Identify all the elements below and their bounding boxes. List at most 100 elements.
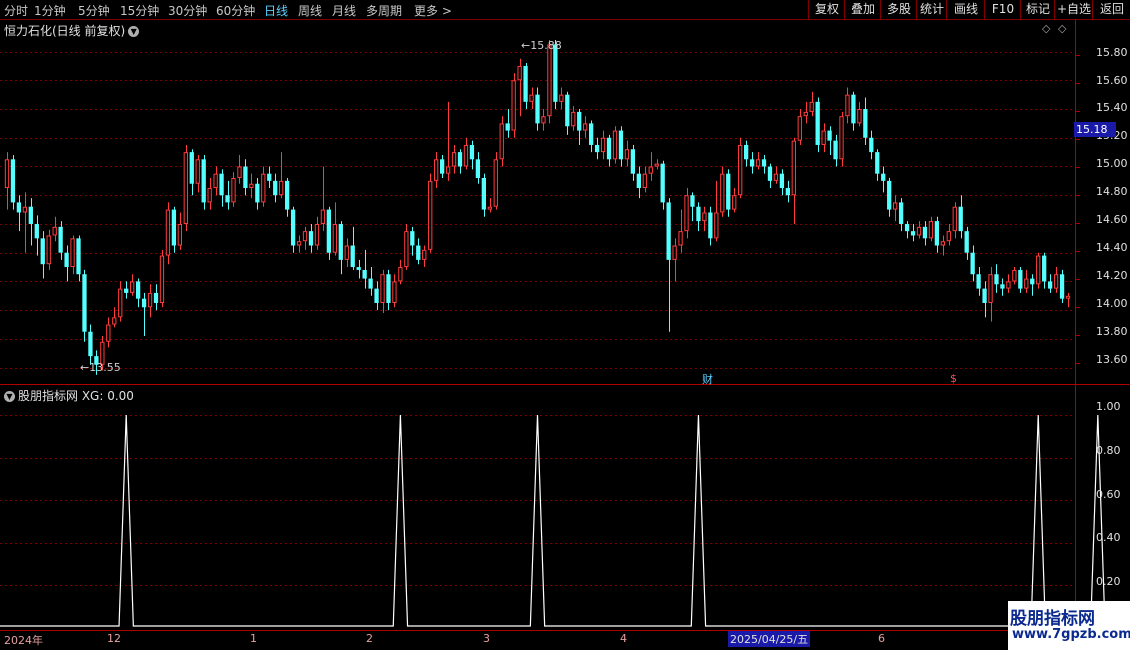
candle-body-up — [487, 206, 492, 210]
candle-body-down — [284, 180, 290, 210]
candle-body-up — [642, 173, 647, 189]
candle-body-up — [988, 274, 993, 303]
candle-body-up — [52, 226, 57, 236]
price-tick: 14.00 — [1096, 297, 1128, 310]
candle-body-up — [600, 137, 606, 153]
candle-body-down — [34, 223, 39, 239]
candle-body-down — [88, 331, 93, 357]
candle-body-down — [934, 221, 940, 246]
candle-body-down — [58, 226, 63, 253]
candle-body-up — [511, 80, 516, 131]
candle-body-down — [374, 288, 379, 303]
candle-body-up — [451, 152, 457, 167]
candle-body-down — [910, 231, 916, 236]
candle-body-up — [392, 281, 397, 303]
candle-body-down — [863, 109, 868, 138]
candle-body-up — [314, 223, 320, 246]
candle-body-down — [308, 231, 314, 246]
collapse-icon[interactable]: ◇ — [1058, 22, 1066, 35]
candle-body-down — [290, 209, 296, 246]
candle-body-up — [940, 241, 945, 246]
candle-body-down — [666, 202, 671, 260]
price-tick: 15.40 — [1096, 101, 1128, 114]
price-tick: 14.60 — [1096, 213, 1128, 226]
candle-body-up — [237, 166, 242, 178]
candle-body-up — [106, 324, 111, 342]
candle-body-down — [76, 238, 81, 275]
candle-body-up — [732, 195, 737, 210]
date-tick: 2 — [366, 632, 373, 645]
date-tick: 4 — [620, 632, 627, 645]
candle-body-up — [809, 101, 814, 112]
candle-body-down — [523, 65, 528, 102]
candle-body-up — [547, 44, 552, 117]
candle-body-down — [225, 195, 230, 203]
candle-body-down — [410, 231, 415, 246]
candle-body-up — [916, 226, 922, 236]
candle-body-down — [827, 130, 832, 141]
candle-body-up — [499, 123, 504, 160]
candle-body-down — [875, 152, 880, 174]
indicator-tick: 0.60 — [1096, 488, 1121, 501]
candle-body-up — [702, 212, 707, 222]
candle-body-down — [964, 231, 969, 253]
candle-body-up — [845, 94, 850, 117]
candle-body-down — [779, 173, 785, 189]
candle-body-down — [243, 166, 248, 189]
low-price-label: ←13.55 — [80, 361, 121, 374]
price-tick: 15.00 — [1096, 157, 1128, 170]
candle-body-down — [970, 252, 975, 275]
indicator-title: ▼ 股朋指标网 XG: 0.00 — [4, 387, 134, 404]
candle-body-down — [273, 180, 278, 196]
candle-body-up — [517, 65, 522, 81]
candle-body-down — [153, 292, 159, 303]
candle-body-down — [887, 180, 892, 210]
candle-body-up — [1012, 269, 1017, 282]
kline-chart[interactable] — [0, 0, 1130, 650]
indicator-menu-icon[interactable]: ▼ — [4, 391, 15, 402]
candle-body-down — [10, 159, 16, 203]
candle-body-down — [749, 159, 755, 167]
candle-body-up — [1036, 255, 1041, 285]
candle-body-down — [767, 166, 773, 181]
candle-body-down — [553, 44, 558, 102]
candle-body-down — [833, 140, 838, 160]
dividend-marker[interactable]: $ — [950, 372, 957, 385]
candle-body-up — [839, 116, 844, 160]
candle-body-up — [4, 159, 10, 189]
candle-body-down — [743, 144, 749, 160]
candle-body-down — [1042, 255, 1047, 282]
candle-body-down — [660, 163, 665, 203]
price-tick: 13.80 — [1096, 325, 1128, 338]
candle-body-up — [320, 209, 326, 224]
candle-body-down — [368, 278, 373, 289]
price-tick: 14.40 — [1096, 241, 1128, 254]
candle-body-down — [28, 206, 33, 224]
candle-body-down — [475, 159, 481, 178]
candle-body-up — [195, 159, 200, 184]
candle-body-up — [493, 159, 498, 207]
date-tick: 6 — [878, 632, 885, 645]
candle-body-down — [898, 202, 904, 224]
candle-body-up — [672, 245, 677, 260]
candle-body-up — [559, 94, 564, 102]
candle-body-up — [928, 221, 934, 239]
low-price-value: 13.55 — [89, 361, 121, 374]
candle-body-up — [422, 249, 427, 260]
candle-body-up — [791, 140, 796, 196]
candle-body-up — [1024, 278, 1029, 289]
candle-body-down — [594, 144, 600, 153]
candle-body-up — [46, 235, 51, 265]
candle-body-down — [922, 226, 928, 239]
finance-marker[interactable]: 财 — [702, 371, 713, 387]
candle-body-down — [40, 238, 45, 265]
candle-body-down — [982, 288, 987, 303]
candle-body-up — [1053, 274, 1059, 289]
diamond-icon[interactable]: ◇ — [1042, 22, 1050, 35]
candlestick-series — [4, 40, 1071, 375]
candle-body-up — [738, 144, 743, 196]
candle-body-up — [529, 94, 534, 102]
candle-body-down — [606, 137, 612, 160]
candle-body-down — [141, 298, 147, 308]
candle-body-down — [469, 144, 475, 160]
